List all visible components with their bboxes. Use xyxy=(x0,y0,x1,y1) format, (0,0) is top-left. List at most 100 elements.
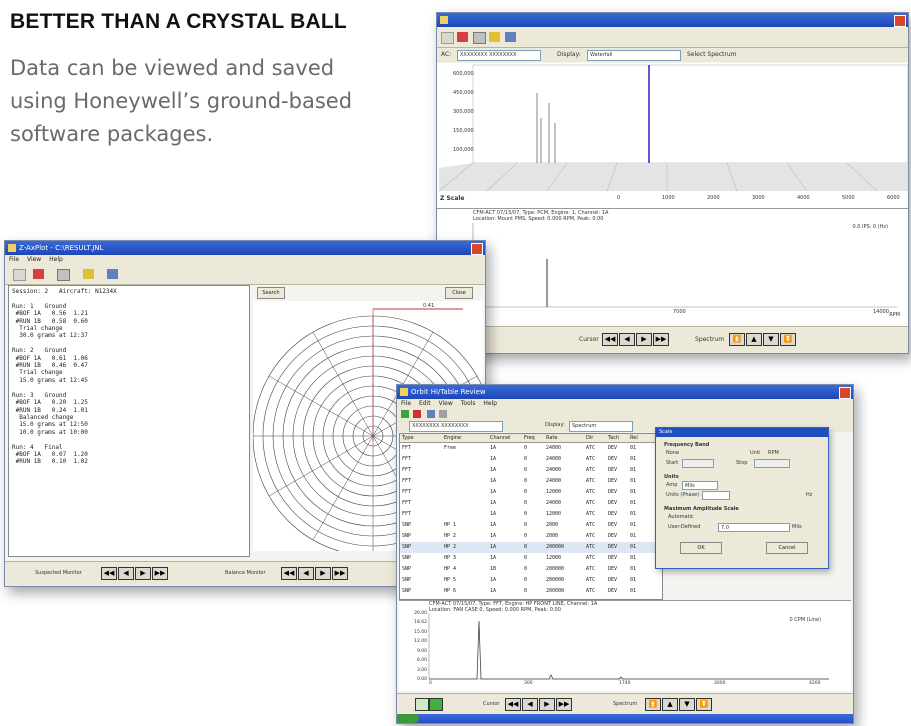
table-row[interactable]: SNP HP 2 1A 0 2000 ATC DEV 01 xyxy=(400,531,662,542)
table-column-header[interactable]: Dir xyxy=(586,435,593,441)
table-window-titlebar[interactable]: Orbit Hi/Table Review xyxy=(397,385,853,399)
table-row[interactable]: SNP HP 3 1A 0 12000 ATC DEV 01 xyxy=(400,553,662,564)
table-row[interactable]: FFT 1A 0 24000 ATC DEV 01 xyxy=(400,498,662,509)
table-row[interactable]: FFT 1A 0 24000 ATC DEV 01 xyxy=(400,465,662,476)
table-column-header[interactable]: Tach xyxy=(608,435,619,441)
suspected-next-button[interactable]: ▶ xyxy=(135,567,151,580)
close-icon[interactable] xyxy=(839,387,851,399)
table-column-header[interactable]: Type xyxy=(402,435,413,441)
suspected-last-button[interactable]: ▶▶ xyxy=(152,567,168,580)
unit-value[interactable]: RPM xyxy=(768,450,779,456)
spectrum-down-button[interactable]: ▼ xyxy=(763,333,779,346)
none-option[interactable]: None xyxy=(666,450,679,456)
table-row[interactable]: SNP HP 6 1A 0 200000 ATC DEV 01 xyxy=(400,586,662,597)
cursor-prev-button[interactable]: ◀ xyxy=(619,333,635,346)
display-select[interactable]: Waterfall xyxy=(587,50,681,61)
table-row[interactable]: FFT 1A 0 24000 ATC DEV 01 xyxy=(400,476,662,487)
balance-next-button[interactable]: ▶ xyxy=(315,567,331,580)
table-row[interactable]: SNP HP 4 1B 0 200000 ATC DEV 01 xyxy=(400,564,662,575)
table-column-header[interactable]: Freq xyxy=(524,435,535,441)
print-icon[interactable] xyxy=(473,32,486,44)
select-spectrum-label[interactable]: Select Spectrum xyxy=(687,51,737,58)
display-select[interactable]: Spectrum xyxy=(569,421,633,432)
suspected-prev-button[interactable]: ◀ xyxy=(118,567,134,580)
ac-field[interactable]: XXXXXXXX XXXXXXXX xyxy=(409,421,503,432)
close-icon[interactable] xyxy=(471,243,483,255)
cursor-first-button[interactable]: ◀◀ xyxy=(505,698,521,711)
spectrum-first-button[interactable]: ⏫ xyxy=(729,333,745,346)
start-field[interactable] xyxy=(682,459,714,468)
menu-tools[interactable]: Tools xyxy=(461,400,476,407)
table-row[interactable]: FFT Free 1A 0 24000 ATC DEV 01 xyxy=(400,443,662,454)
ac-field[interactable]: XXXXXXXX XXXXXXXX xyxy=(457,50,541,61)
balance-prev-button[interactable]: ◀ xyxy=(298,567,314,580)
stop-field[interactable] xyxy=(754,459,790,468)
table-cell: 0 xyxy=(524,533,528,539)
cursor-last-button[interactable]: ▶▶ xyxy=(556,698,572,711)
help-icon[interactable] xyxy=(83,269,94,279)
print-icon[interactable] xyxy=(57,269,70,281)
user-defined-radio[interactable]: User-Defined xyxy=(668,524,700,530)
open-icon[interactable] xyxy=(441,32,454,44)
chart-mode-icon[interactable] xyxy=(415,698,429,711)
menu-edit[interactable]: Edit xyxy=(419,400,431,407)
open-icon[interactable] xyxy=(13,269,26,281)
table-row[interactable]: SNP HP 2 1A 0 200000 ATC DEV 01 xyxy=(400,542,662,553)
spectrum-up-button[interactable]: ▲ xyxy=(746,333,762,346)
table-column-header[interactable]: Rel xyxy=(630,435,638,441)
balance-first-button[interactable]: ◀◀ xyxy=(281,567,297,580)
table-row[interactable]: FFT 1A 0 24000 ATC DEV 01 xyxy=(400,454,662,465)
user-defined-field[interactable]: 7.0 xyxy=(718,523,790,532)
exit-icon[interactable] xyxy=(107,269,118,279)
table-column-header[interactable]: Rate xyxy=(546,435,557,441)
search-button[interactable]: Search xyxy=(257,287,285,299)
spectrum-up-button[interactable]: ▲ xyxy=(662,698,678,711)
balance-window-titlebar[interactable]: Z-AxPlot - C:\RESULT.JNL xyxy=(5,241,485,255)
stop-icon[interactable] xyxy=(413,410,421,418)
table-cell: 1A xyxy=(490,467,497,473)
table-row[interactable]: FFT 1A 0 12000 ATC DEV 01 xyxy=(400,487,662,498)
table-mode-icon[interactable] xyxy=(429,698,443,711)
save-icon[interactable] xyxy=(457,32,468,42)
cursor-next-button[interactable]: ▶ xyxy=(636,333,652,346)
spectrum-window-titlebar[interactable] xyxy=(437,13,908,27)
start-button[interactable] xyxy=(397,714,419,723)
suspected-first-button[interactable]: ◀◀ xyxy=(101,567,117,580)
help-icon[interactable] xyxy=(489,32,500,42)
save-icon[interactable] xyxy=(33,269,44,279)
automatic-radio[interactable]: Automatic xyxy=(668,514,694,520)
amp-select[interactable]: Mils xyxy=(682,481,718,490)
new-icon[interactable] xyxy=(401,410,409,418)
phase-select[interactable] xyxy=(702,491,730,500)
close-button[interactable]: Close xyxy=(445,287,473,299)
menu-view[interactable]: View xyxy=(439,400,453,407)
close-icon[interactable] xyxy=(894,15,906,27)
table-cell: ATC xyxy=(586,544,596,550)
table-row[interactable]: SNP HP 1 1A 0 2000 ATC DEV 01 xyxy=(400,520,662,531)
table-column-header[interactable]: Channel xyxy=(490,435,511,441)
spectrum-first-button[interactable]: ⏫ xyxy=(645,698,661,711)
table-row[interactable]: FFT 1A 0 12000 ATC DEV 01 xyxy=(400,509,662,520)
cursor-last-button[interactable]: ▶▶ xyxy=(653,333,669,346)
menu-help[interactable]: Help xyxy=(49,256,63,263)
x-tick-label: 6000 xyxy=(887,195,900,201)
table-row[interactable]: SNP HP 5 1A 0 200000 ATC DEV 01 xyxy=(400,575,662,586)
spectrum-down-button[interactable]: ▼ xyxy=(679,698,695,711)
menu-help[interactable]: Help xyxy=(483,400,497,407)
cursor-first-button[interactable]: ◀◀ xyxy=(602,333,618,346)
menu-file[interactable]: File xyxy=(9,256,19,263)
frequency-band-label: Frequency Band xyxy=(664,442,710,448)
cursor-next-button[interactable]: ▶ xyxy=(539,698,555,711)
cancel-button[interactable]: Cancel xyxy=(766,542,808,554)
cursor-prev-button[interactable]: ◀ xyxy=(522,698,538,711)
table-column-header[interactable]: Engine xyxy=(444,435,461,441)
ok-button[interactable]: OK xyxy=(680,542,722,554)
menu-view[interactable]: View xyxy=(27,256,41,263)
spectrum-last-button[interactable]: ⏬ xyxy=(780,333,796,346)
menu-file[interactable]: File xyxy=(401,400,411,407)
spectrum-last-button[interactable]: ⏬ xyxy=(696,698,712,711)
exit-icon[interactable] xyxy=(505,32,516,42)
balance-last-button[interactable]: ▶▶ xyxy=(332,567,348,580)
table-icon[interactable] xyxy=(427,410,435,418)
chart-icon[interactable] xyxy=(439,410,447,418)
